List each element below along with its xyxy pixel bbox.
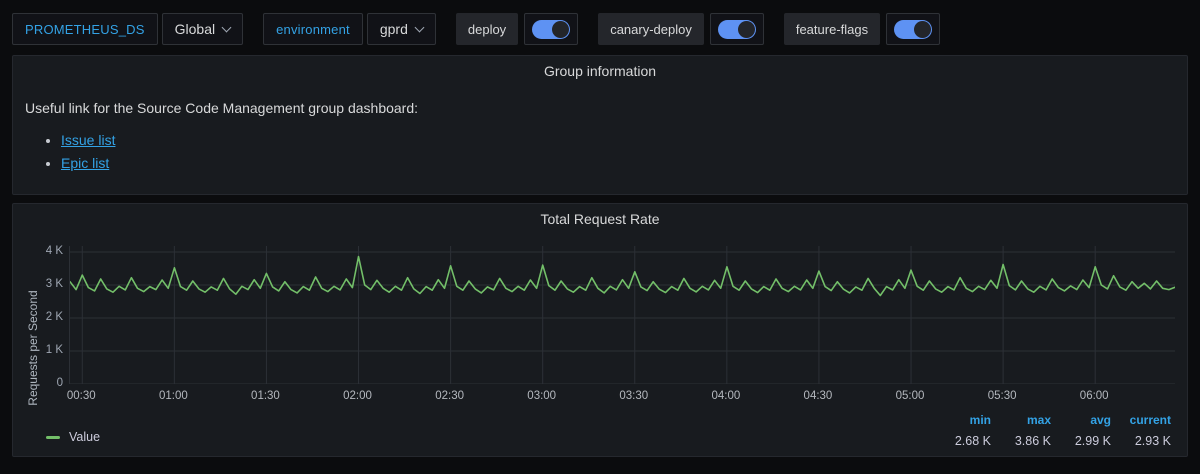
x-tick-label: 03:00: [520, 390, 564, 402]
canary-deploy-toggle[interactable]: [710, 13, 764, 45]
toggle-knob: [914, 21, 931, 38]
stat-header-avg[interactable]: avg: [1051, 413, 1111, 434]
y-tick-label: 2 K: [46, 311, 63, 323]
stat-header-current[interactable]: current: [1111, 413, 1171, 434]
x-tick-label: 02:00: [336, 390, 380, 402]
stat-value-current: 2.93 K: [1111, 434, 1171, 448]
variable-deploy: deploy: [456, 13, 578, 45]
variable-datasource: PROMETHEUS_DS Global: [12, 13, 243, 45]
datasource-variable-dropdown[interactable]: Global: [162, 13, 243, 45]
stat-header-max[interactable]: max: [991, 413, 1051, 434]
x-tick-label: 04:30: [796, 390, 840, 402]
chevron-down-icon: [414, 22, 424, 32]
x-tick-label: 03:30: [612, 390, 656, 402]
feature-flags-toggle[interactable]: [886, 13, 940, 45]
stat-value-max: 3.86 K: [991, 434, 1051, 448]
toggle-pill: [532, 20, 570, 39]
stat-value-min: 2.68 K: [931, 434, 991, 448]
group-link-list: Issue list Epic list: [61, 132, 1175, 171]
y-tick-label: 1 K: [46, 344, 63, 356]
plot-area[interactable]: [69, 246, 1175, 384]
environment-variable-label: environment: [263, 13, 363, 45]
x-tick-label: 02:30: [428, 390, 472, 402]
list-item: Epic list: [61, 155, 1175, 171]
group-information-panel: Group information Useful link for the So…: [12, 55, 1188, 195]
x-tick-label: 05:30: [980, 390, 1024, 402]
variable-canary-deploy: canary-deploy: [598, 13, 764, 45]
y-axis-label: Requests per Second: [26, 288, 40, 408]
environment-variable-dropdown[interactable]: gprd: [367, 13, 436, 45]
variable-environment: environment gprd: [263, 13, 436, 45]
deploy-toggle-label: deploy: [456, 13, 518, 45]
chevron-down-icon: [222, 22, 232, 32]
y-tick-label: 0: [57, 377, 63, 389]
group-information-body: Useful link for the Source Code Manageme…: [13, 84, 1187, 171]
series-name: Value: [69, 430, 100, 444]
toggle-pill: [718, 20, 756, 39]
legend-series-value[interactable]: Value: [46, 430, 100, 444]
total-request-rate-panel: Total Request Rate Requests per Second V…: [12, 203, 1188, 457]
toggle-knob: [552, 21, 569, 38]
epic-list-link[interactable]: Epic list: [61, 155, 109, 171]
y-tick-label: 4 K: [46, 245, 63, 257]
y-tick-label: 3 K: [46, 278, 63, 290]
toggle-pill: [894, 20, 932, 39]
group-intro-text: Useful link for the Source Code Manageme…: [25, 100, 1175, 116]
chart-legend: Value min max avg current 2.68 K 3.86 K …: [46, 413, 1171, 448]
canary-deploy-toggle-label: canary-deploy: [598, 13, 704, 45]
panel-title[interactable]: Group information: [13, 56, 1187, 84]
stat-value-avg: 2.99 K: [1051, 434, 1111, 448]
stat-header-min[interactable]: min: [931, 413, 991, 434]
datasource-variable-label: PROMETHEUS_DS: [12, 13, 158, 45]
toggle-knob: [738, 21, 755, 38]
dashboard-variables-toolbar: PROMETHEUS_DS Global environment gprd de…: [0, 0, 1200, 55]
datasource-variable-value: Global: [175, 21, 215, 37]
x-tick-label: 05:00: [888, 390, 932, 402]
x-tick-label: 01:30: [243, 390, 287, 402]
x-tick-label: 01:00: [151, 390, 195, 402]
legend-stats-table: min max avg current 2.68 K 3.86 K 2.99 K…: [931, 413, 1171, 448]
feature-flags-toggle-label: feature-flags: [784, 13, 880, 45]
issue-list-link[interactable]: Issue list: [61, 132, 115, 148]
x-tick-label: 00:30: [59, 390, 103, 402]
x-tick-label: 04:00: [704, 390, 748, 402]
environment-variable-value: gprd: [380, 21, 408, 37]
x-tick-label: 06:00: [1072, 390, 1116, 402]
series-color-dash-icon: [46, 436, 60, 439]
deploy-toggle[interactable]: [524, 13, 578, 45]
variable-feature-flags: feature-flags: [784, 13, 940, 45]
list-item: Issue list: [61, 132, 1175, 148]
time-series-chart: Requests per Second Value min max avg cu…: [13, 232, 1187, 456]
panel-title[interactable]: Total Request Rate: [13, 204, 1187, 232]
